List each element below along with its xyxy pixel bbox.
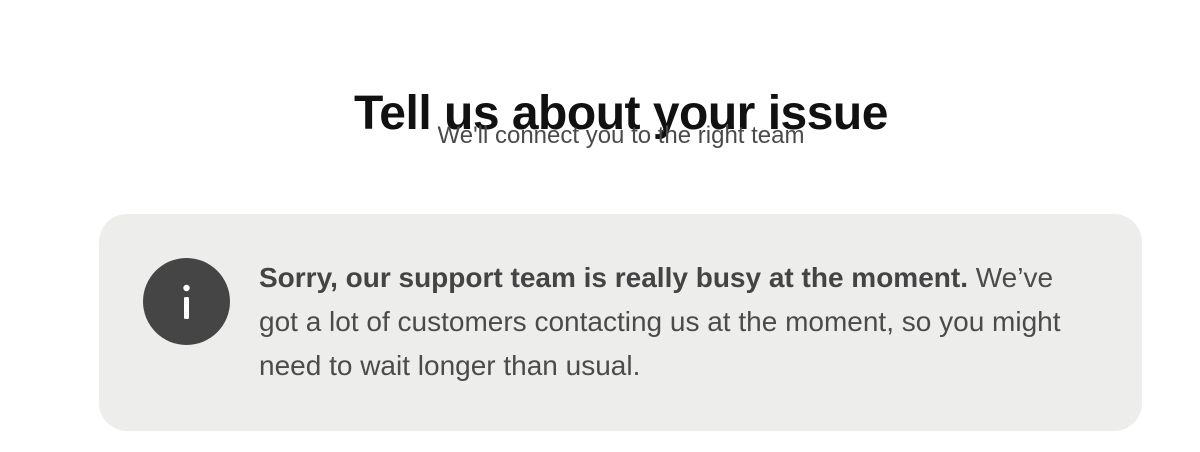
notice-message: Sorry, our support team is really busy a…	[259, 256, 1089, 388]
page-subtitle: We'll connect you to the right team	[437, 122, 805, 149]
busy-notice-card: Sorry, our support team is really busy a…	[99, 214, 1142, 431]
notice-headline: Sorry, our support team is really busy a…	[259, 262, 968, 293]
info-icon	[143, 258, 230, 345]
